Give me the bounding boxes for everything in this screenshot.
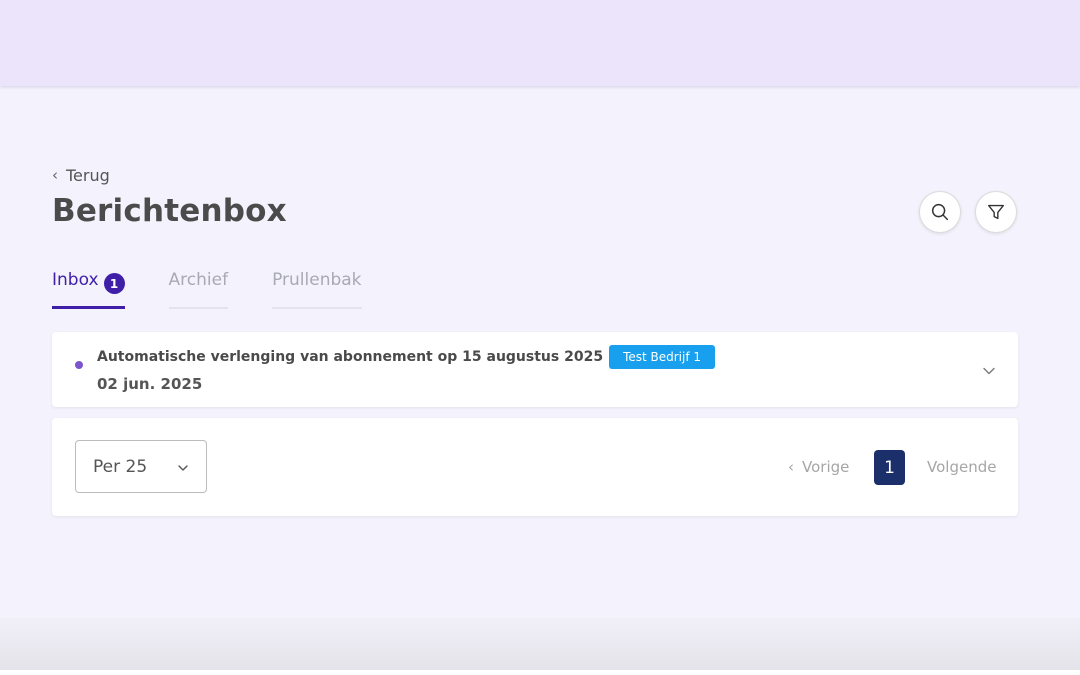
- tab-prullenbak[interactable]: Prullenbak: [272, 270, 362, 309]
- tab-archief[interactable]: Archief: [168, 270, 229, 309]
- message-date: 02 jun. 2025: [97, 375, 203, 393]
- tab-archief-label: Archief: [168, 270, 229, 290]
- back-link[interactable]: ‹ Terug: [52, 164, 110, 186]
- chevron-down-icon: [178, 465, 188, 471]
- page-title: Berichtenbox: [52, 193, 287, 229]
- message-list-item[interactable]: Automatische verlenging van abonnement o…: [52, 332, 1018, 407]
- back-link-label: Terug: [66, 165, 110, 185]
- tab-prullenbak-label: Prullenbak: [272, 270, 362, 290]
- tab-inbox[interactable]: Inbox 1: [52, 270, 125, 309]
- chevron-down-icon[interactable]: [982, 364, 996, 378]
- tab-inbox-label: Inbox: [52, 270, 99, 290]
- search-icon: [931, 203, 949, 221]
- message-subject: Automatische verlenging van abonnement o…: [97, 349, 604, 365]
- page-number-current[interactable]: 1: [874, 450, 905, 485]
- chevron-left-icon: ‹: [52, 166, 58, 184]
- company-tag: Test Bedrijf 1: [609, 345, 716, 369]
- footer-shadow: [0, 618, 1080, 675]
- previous-page-button[interactable]: ‹ Vorige: [788, 458, 849, 476]
- previous-page-label: Vorige: [802, 458, 850, 476]
- top-header-bar: [0, 0, 1080, 86]
- inbox-count-badge: 1: [103, 273, 125, 294]
- per-page-select[interactable]: Per 25: [75, 440, 207, 493]
- filter-button[interactable]: [975, 191, 1017, 233]
- pagination-bar: Per 25 ‹ Vorige 1 Volgende: [52, 418, 1018, 516]
- message-subject-row: Automatische verlenging van abonnement o…: [97, 345, 716, 369]
- search-button[interactable]: [919, 191, 961, 233]
- unread-indicator: [75, 361, 83, 369]
- chevron-left-icon: ‹: [788, 458, 794, 476]
- footer-edge: [0, 670, 1080, 675]
- message-tabs: Inbox 1 Archief Prullenbak: [52, 270, 362, 309]
- per-page-value: Per 25: [93, 456, 148, 477]
- next-page-button[interactable]: Volgende: [927, 458, 996, 476]
- filter-icon: [987, 204, 1005, 220]
